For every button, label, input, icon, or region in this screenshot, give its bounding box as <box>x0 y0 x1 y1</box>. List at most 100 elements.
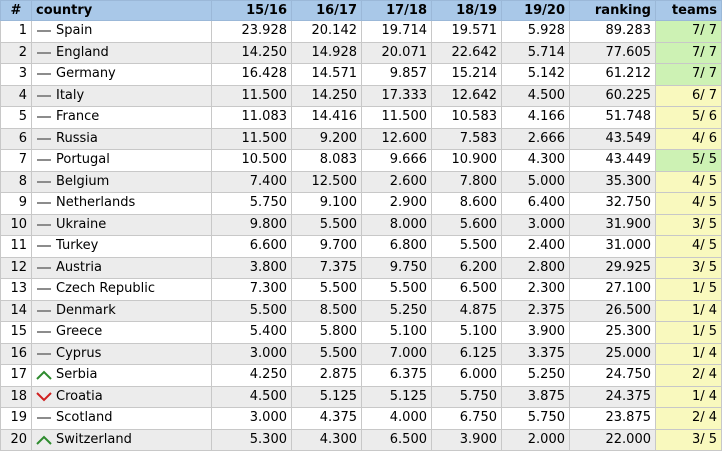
rank-cell: 5 <box>0 106 32 129</box>
table-row[interactable]: 19 Scotland 3.000 4.375 4.000 6.750 5.750 23.87… <box>0 407 722 430</box>
trend-same-icon <box>36 305 52 317</box>
country-cell: Serbia <box>31 364 212 387</box>
table-row[interactable]: 17 Serbia 4.250 2.875 6.375 6.000 5.250 24.750 2… <box>0 364 722 387</box>
teams-cell: 4/ 6 <box>655 127 722 150</box>
country-name[interactable]: Ukraine <box>56 217 106 232</box>
season-1718-cell: 17.333 <box>361 84 432 107</box>
teams-cell: 1/ 5 <box>655 321 722 344</box>
ranking-cell: 25.300 <box>569 321 656 344</box>
header-teams[interactable]: teams <box>655 0 722 21</box>
country-cell: Switzerland <box>31 428 212 451</box>
season-1617-cell: 4.300 <box>291 428 362 451</box>
season-1718-cell: 5.100 <box>361 321 432 344</box>
header-season-1920[interactable]: 19/20 <box>501 0 570 21</box>
header-rank[interactable]: # <box>0 0 32 21</box>
table-row[interactable]: 13 Czech Republic 7.300 5.500 5.500 6.500 2.30… <box>0 278 722 301</box>
trend-same-icon <box>36 262 52 274</box>
header-ranking[interactable]: ranking <box>569 0 656 21</box>
trend-same-icon <box>36 348 52 360</box>
country-name[interactable]: Scotland <box>56 410 113 425</box>
season-1819-cell: 3.900 <box>431 428 502 451</box>
teams-cell: 3/ 5 <box>655 428 722 451</box>
season-1516-cell: 11.083 <box>211 106 292 129</box>
ranking-table: # country 15/16 16/17 17/18 18/19 19/20 … <box>0 0 722 451</box>
season-1819-cell: 5.600 <box>431 213 502 236</box>
country-cell: Czech Republic <box>31 278 212 301</box>
ranking-cell: 32.750 <box>569 192 656 215</box>
season-1617-cell: 5.125 <box>291 385 362 408</box>
country-name[interactable]: Italy <box>56 88 84 103</box>
season-1819-cell: 6.500 <box>431 278 502 301</box>
country-name[interactable]: Greece <box>56 324 102 339</box>
table-row[interactable]: 5 France 11.083 14.416 11.500 10.583 4.166 51.7… <box>0 106 722 129</box>
country-name[interactable]: England <box>56 45 109 60</box>
season-1920-cell: 3.000 <box>501 213 570 236</box>
ranking-cell: 43.449 <box>569 149 656 172</box>
country-name[interactable]: Serbia <box>56 367 97 382</box>
table-row[interactable]: 20 Switzerland 5.300 4.300 6.500 3.900 2.000 22… <box>0 428 722 451</box>
table-row[interactable]: 16 Cyprus 3.000 5.500 7.000 6.125 3.375 25.000 1… <box>0 342 722 365</box>
table-row[interactable]: 9 Netherlands 5.750 9.100 2.900 8.600 6.400 32.… <box>0 192 722 215</box>
header-season-1617[interactable]: 16/17 <box>291 0 362 21</box>
trend-up-icon <box>36 369 52 381</box>
country-name[interactable]: Denmark <box>56 303 116 318</box>
season-1617-cell: 8.083 <box>291 149 362 172</box>
ranking-cell: 31.900 <box>569 213 656 236</box>
table-row[interactable]: 4 Italy 11.500 14.250 17.333 12.642 4.500 60.22… <box>0 84 722 107</box>
country-name[interactable]: Turkey <box>56 238 98 253</box>
teams-cell: 6/ 7 <box>655 84 722 107</box>
header-country[interactable]: country <box>31 0 212 21</box>
country-name[interactable]: Germany <box>56 66 116 81</box>
country-name[interactable]: Belgium <box>56 174 109 189</box>
table-row[interactable]: 18 Croatia 4.500 5.125 5.125 5.750 3.875 24.375… <box>0 385 722 408</box>
table-row[interactable]: 1 Spain 23.928 20.142 19.714 19.571 5.928 89.28… <box>0 20 722 43</box>
teams-cell: 1/ 4 <box>655 385 722 408</box>
season-1718-cell: 6.800 <box>361 235 432 258</box>
teams-cell: 1/ 4 <box>655 299 722 322</box>
season-1516-cell: 5.750 <box>211 192 292 215</box>
trend-up-icon <box>36 434 52 446</box>
trend-same-icon <box>36 111 52 123</box>
table-row[interactable]: 2 England 14.250 14.928 20.071 22.642 5.714 77.… <box>0 41 722 64</box>
teams-cell: 7/ 7 <box>655 63 722 86</box>
table-row[interactable]: 8 Belgium 7.400 12.500 2.600 7.800 5.000 35.300… <box>0 170 722 193</box>
trend-same-icon <box>36 47 52 59</box>
rank-cell: 20 <box>0 428 32 451</box>
table-row[interactable]: 12 Austria 3.800 7.375 9.750 6.200 2.800 29.925… <box>0 256 722 279</box>
table-row[interactable]: 11 Turkey 6.600 9.700 6.800 5.500 2.400 31.000 4… <box>0 235 722 258</box>
table-row[interactable]: 7 Portugal 10.500 8.083 9.666 10.900 4.300 43.4… <box>0 149 722 172</box>
table-row[interactable]: 3 Germany 16.428 14.571 9.857 15.214 5.142 61.2… <box>0 63 722 86</box>
country-name[interactable]: Croatia <box>56 389 103 404</box>
country-name[interactable]: France <box>56 109 99 124</box>
table-row[interactable]: 6 Russia 11.500 9.200 12.600 7.583 2.666 43.549… <box>0 127 722 150</box>
season-1819-cell: 10.900 <box>431 149 502 172</box>
country-name[interactable]: Austria <box>56 260 102 275</box>
season-1516-cell: 5.500 <box>211 299 292 322</box>
rank-cell: 14 <box>0 299 32 322</box>
country-name[interactable]: Spain <box>56 23 92 38</box>
table-row[interactable]: 10 Ukraine 9.800 5.500 8.000 5.600 3.000 31.900… <box>0 213 722 236</box>
country-name[interactable]: Switzerland <box>56 432 132 447</box>
season-1718-cell: 19.714 <box>361 20 432 43</box>
rank-cell: 7 <box>0 149 32 172</box>
country-name[interactable]: Portugal <box>56 152 110 167</box>
season-1920-cell: 5.250 <box>501 364 570 387</box>
country-name[interactable]: Russia <box>56 131 98 146</box>
header-season-1516[interactable]: 15/16 <box>211 0 292 21</box>
table-row[interactable]: 14 Denmark 5.500 8.500 5.250 4.875 2.375 26.500… <box>0 299 722 322</box>
rank-cell: 12 <box>0 256 32 279</box>
season-1718-cell: 6.500 <box>361 428 432 451</box>
header-season-1819[interactable]: 18/19 <box>431 0 502 21</box>
season-1819-cell: 8.600 <box>431 192 502 215</box>
country-name[interactable]: Czech Republic <box>56 281 155 296</box>
season-1920-cell: 5.000 <box>501 170 570 193</box>
season-1718-cell: 5.250 <box>361 299 432 322</box>
season-1617-cell: 5.500 <box>291 278 362 301</box>
season-1819-cell: 6.000 <box>431 364 502 387</box>
season-1920-cell: 2.800 <box>501 256 570 279</box>
table-row[interactable]: 15 Greece 5.400 5.800 5.100 5.100 3.900 25.300 1… <box>0 321 722 344</box>
season-1819-cell: 15.214 <box>431 63 502 86</box>
country-name[interactable]: Netherlands <box>56 195 135 210</box>
header-season-1718[interactable]: 17/18 <box>361 0 432 21</box>
country-name[interactable]: Cyprus <box>56 346 101 361</box>
